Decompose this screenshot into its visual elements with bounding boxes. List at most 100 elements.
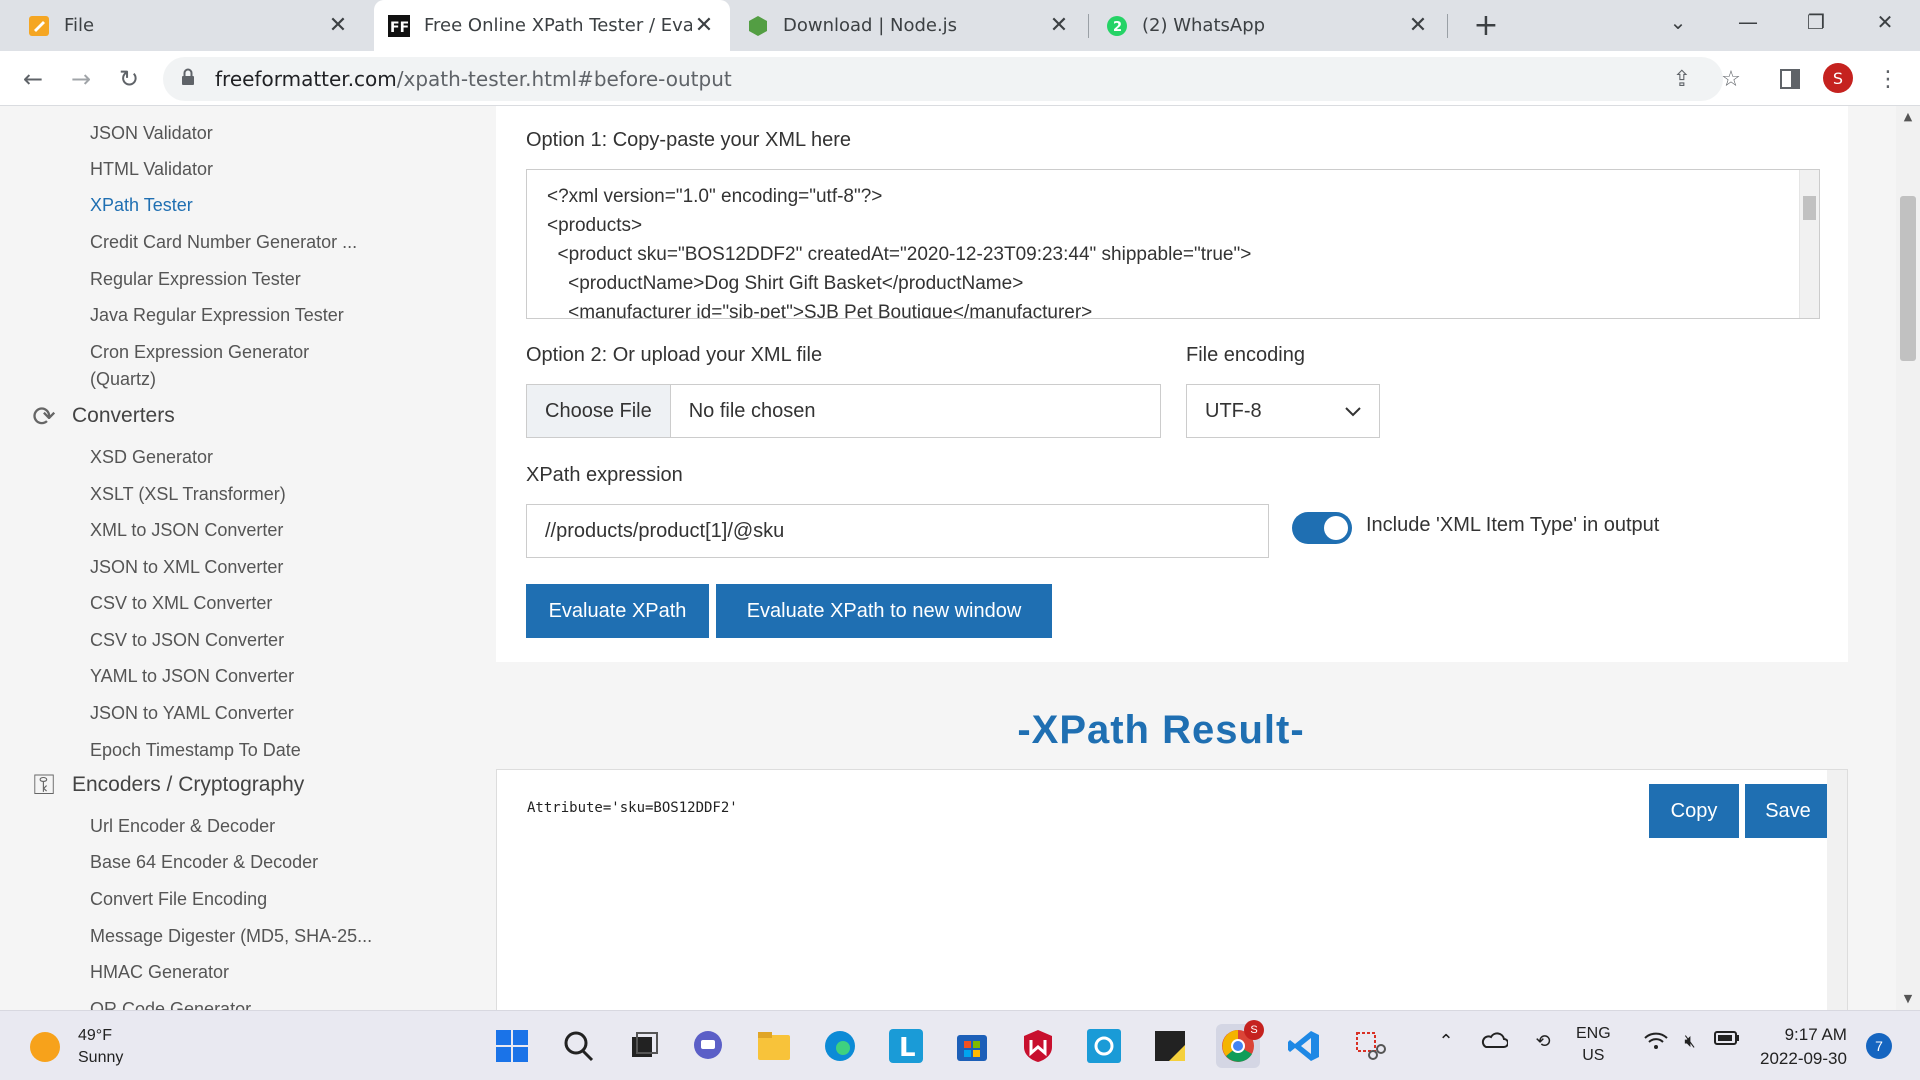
- sidebar-item-csv-to-json[interactable]: CSV to JSON Converter: [90, 627, 284, 653]
- xpath-input[interactable]: //products/product[1]/@sku: [526, 504, 1269, 558]
- clock-date: 2022-09-30: [1760, 1049, 1847, 1068]
- textarea-scrollbar[interactable]: [1799, 170, 1819, 318]
- sidebar-item-json-validator[interactable]: JSON Validator: [90, 120, 213, 146]
- close-icon[interactable]: ✕: [326, 13, 350, 38]
- restore-icon[interactable]: ❐: [1786, 0, 1846, 44]
- no-file-text: No file chosen: [688, 399, 816, 422]
- region-code: US: [1582, 1047, 1605, 1064]
- xml-textarea[interactable]: <?xml version="1.0" encoding="utf-8"?> <…: [526, 169, 1820, 319]
- system-clock[interactable]: 9:17 AM 2022-09-30: [1760, 1023, 1847, 1071]
- close-window-icon[interactable]: ✕: [1855, 0, 1915, 44]
- mcafee-icon[interactable]: [1016, 1024, 1060, 1068]
- minimize-icon[interactable]: —: [1718, 0, 1778, 44]
- sidebar-item-json-to-xml[interactable]: JSON to XML Converter: [90, 554, 283, 580]
- language-indicator[interactable]: ENG US: [1576, 1023, 1611, 1067]
- close-icon[interactable]: ✕: [1406, 13, 1430, 38]
- task-view-icon[interactable]: [622, 1024, 666, 1068]
- tab-title: (2) WhatsApp: [1142, 15, 1266, 36]
- tab-search-icon[interactable]: ⌄: [1648, 0, 1708, 44]
- weather-condition: Sunny: [78, 1049, 124, 1066]
- freeformatter-icon: FF: [388, 14, 410, 37]
- tab-file[interactable]: File ✕: [14, 0, 364, 51]
- sidebar-item-java-regex-tester[interactable]: Java Regular Expression Tester: [90, 302, 344, 328]
- notification-badge[interactable]: 7: [1866, 1033, 1892, 1059]
- wifi-icon[interactable]: [1642, 1031, 1670, 1051]
- file-explorer-icon[interactable]: [752, 1024, 796, 1068]
- weather-widget[interactable]: 49°F Sunny: [30, 1025, 123, 1069]
- cortana-app-icon[interactable]: [1082, 1024, 1126, 1068]
- scroll-up-icon[interactable]: ▲: [1896, 110, 1920, 123]
- vscode-icon[interactable]: [1282, 1024, 1326, 1068]
- sidebar-item-xslt[interactable]: XSLT (XSL Transformer): [90, 481, 286, 507]
- chevron-up-icon[interactable]: ⌃: [1432, 1031, 1460, 1052]
- file-icon: [28, 15, 50, 37]
- onedrive-icon[interactable]: [1478, 1031, 1510, 1049]
- sidebar-item-cron-generator-line2[interactable]: (Quartz): [90, 366, 156, 392]
- scrollbar-thumb[interactable]: [1803, 196, 1816, 220]
- sidebar-item-json-to-yaml[interactable]: JSON to YAML Converter: [90, 700, 294, 726]
- page-scrollbar[interactable]: ▲ ▼: [1896, 106, 1920, 1010]
- reload-icon[interactable]: ↻: [109, 59, 149, 99]
- tab-whatsapp[interactable]: 2 (2) WhatsApp ✕: [1092, 0, 1444, 51]
- file-upload[interactable]: Choose File No file chosen: [526, 384, 1161, 438]
- page-scrollbar-thumb[interactable]: [1900, 196, 1916, 361]
- whatsapp-icon: 2: [1106, 15, 1128, 37]
- sidebar-item-cron-generator[interactable]: Cron Expression Generator: [90, 339, 309, 365]
- side-panel-icon[interactable]: [1770, 59, 1810, 99]
- result-title: -XPath Result-: [1017, 708, 1305, 752]
- search-icon[interactable]: [556, 1024, 600, 1068]
- sidebar-item-url-encoder[interactable]: Url Encoder & Decoder: [90, 813, 275, 839]
- address-bar[interactable]: freeformatter.com/xpath-tester.html#befo…: [163, 57, 1723, 101]
- main-content: Option 1: Copy-paste your XML here <?xml…: [426, 106, 1896, 1010]
- tab-xpath-tester[interactable]: FF Free Online XPath Tester / Evalua ✕: [374, 0, 730, 51]
- close-icon[interactable]: ✕: [1047, 13, 1071, 38]
- sidebar-item-qr-code[interactable]: QR Code Generator: [90, 996, 251, 1010]
- sync-icon[interactable]: ⟲: [1528, 1031, 1558, 1052]
- sidebar-item-base64[interactable]: Base 64 Encoder & Decoder: [90, 849, 318, 875]
- menu-icon[interactable]: ⋮: [1868, 59, 1908, 99]
- forward-icon[interactable]: →: [61, 59, 101, 99]
- close-icon[interactable]: ✕: [692, 13, 716, 38]
- new-tab-button[interactable]: +: [1467, 6, 1505, 44]
- battery-icon[interactable]: [1712, 1031, 1742, 1045]
- edge-icon[interactable]: [818, 1024, 862, 1068]
- profile-avatar[interactable]: S: [1823, 63, 1853, 93]
- choose-file-button[interactable]: Choose File: [527, 385, 671, 437]
- share-icon[interactable]: ⇪: [1662, 59, 1702, 99]
- volume-muted-icon[interactable]: 🔇︎: [1676, 1031, 1704, 1052]
- snipping-tool-icon[interactable]: [1348, 1024, 1392, 1068]
- back-icon[interactable]: ←: [13, 59, 53, 99]
- sticky-notes-icon[interactable]: [1148, 1024, 1192, 1068]
- l-app-icon[interactable]: L: [884, 1024, 928, 1068]
- bookmark-star-icon[interactable]: ☆: [1711, 59, 1751, 99]
- scroll-down-icon[interactable]: ▼: [1896, 992, 1920, 1005]
- clock-time: 9:17 AM: [1784, 1025, 1847, 1044]
- sidebar-item-epoch-timestamp[interactable]: Epoch Timestamp To Date: [90, 737, 301, 763]
- sidebar-item-message-digester[interactable]: Message Digester (MD5, SHA-25...: [90, 923, 372, 949]
- taskbar: 49°F Sunny L S ⌃ ⟲ ENG US 🔇︎ 9:17 AM 202…: [0, 1010, 1920, 1080]
- option1-label: Option 1: Copy-paste your XML here: [526, 129, 851, 151]
- xml-item-type-toggle[interactable]: [1292, 512, 1352, 544]
- chrome-icon[interactable]: S: [1216, 1020, 1264, 1068]
- result-scrollbar[interactable]: [1827, 770, 1847, 1010]
- sidebar-item-xpath-tester[interactable]: XPath Tester: [90, 192, 193, 218]
- tab-nodejs[interactable]: Download | Node.js ✕: [733, 0, 1085, 51]
- evaluate-new-window-button[interactable]: Evaluate XPath to new window: [716, 584, 1052, 638]
- copy-button[interactable]: Copy: [1649, 784, 1739, 838]
- sidebar-item-html-validator[interactable]: HTML Validator: [90, 156, 213, 182]
- section-title: Encoders / Cryptography: [72, 773, 305, 796]
- sidebar-item-csv-to-xml[interactable]: CSV to XML Converter: [90, 590, 272, 616]
- sidebar-item-hmac[interactable]: HMAC Generator: [90, 959, 229, 985]
- encoding-select[interactable]: UTF-8: [1186, 384, 1380, 438]
- sidebar-item-file-encoding[interactable]: Convert File Encoding: [90, 886, 267, 912]
- sidebar-item-regex-tester[interactable]: Regular Expression Tester: [90, 266, 301, 292]
- save-button[interactable]: Save: [1745, 784, 1831, 838]
- sidebar-item-xml-to-json[interactable]: XML to JSON Converter: [90, 517, 283, 543]
- teams-chat-icon[interactable]: [686, 1024, 730, 1068]
- microsoft-store-icon[interactable]: [950, 1024, 994, 1068]
- sidebar-item-xsd-generator[interactable]: XSD Generator: [90, 444, 213, 470]
- sidebar-item-credit-card-generator[interactable]: Credit Card Number Generator ...: [90, 229, 357, 255]
- evaluate-xpath-button[interactable]: Evaluate XPath: [526, 584, 709, 638]
- sidebar-item-yaml-to-json[interactable]: YAML to JSON Converter: [90, 663, 294, 689]
- windows-start-icon[interactable]: [490, 1024, 534, 1068]
